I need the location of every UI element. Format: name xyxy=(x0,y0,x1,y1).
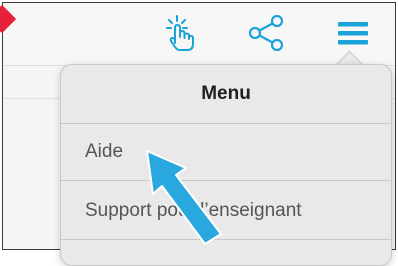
menu-item-aide[interactable]: Aide xyxy=(61,123,391,181)
hamburger-menu-icon[interactable] xyxy=(333,13,373,53)
menu-popover: Menu Aide Support pour l’enseignant xyxy=(60,64,392,266)
share-icon[interactable] xyxy=(246,13,286,53)
tap-gesture-icon[interactable] xyxy=(163,13,203,53)
menu-item-support-enseignant[interactable]: Support pour l’enseignant xyxy=(61,182,391,240)
top-toolbar xyxy=(3,3,395,66)
menu-title: Menu xyxy=(61,65,391,124)
